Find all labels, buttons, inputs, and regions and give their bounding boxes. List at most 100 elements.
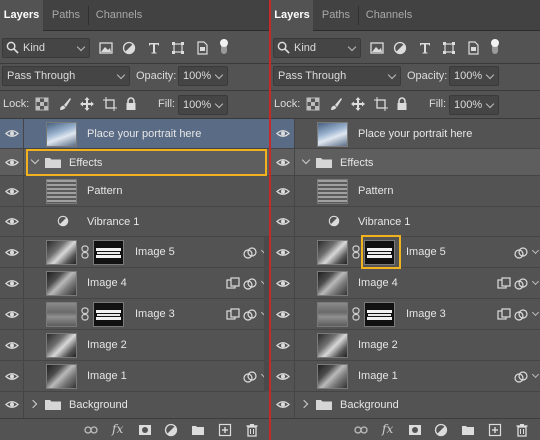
visibility-eye-icon[interactable] — [276, 248, 290, 257]
group-expand-arrow-icon[interactable] — [28, 399, 38, 409]
delete-layer-trash-icon[interactable] — [515, 423, 529, 437]
filter-toggle-icon[interactable] — [219, 38, 229, 54]
layer-mask-thumbnail[interactable] — [93, 240, 124, 265]
opacity-field[interactable]: 100% — [178, 66, 228, 86]
type-filter-icon[interactable] — [147, 41, 161, 55]
layer-row-image-4[interactable]: Image 4 — [0, 268, 269, 299]
filter-kind-select[interactable]: Kind — [273, 38, 361, 58]
effects-badge-icon[interactable] — [514, 246, 528, 260]
group-expand-arrow-icon[interactable] — [301, 155, 311, 165]
layer-row-image-5[interactable]: Image 5 — [271, 237, 540, 268]
lock-pixels-brush-icon[interactable] — [58, 97, 72, 111]
new-layer-icon[interactable] — [488, 423, 502, 437]
lock-transparent-icon[interactable] — [35, 97, 49, 111]
add-mask-icon[interactable] — [408, 423, 422, 437]
tab-paths[interactable]: Paths — [46, 0, 86, 31]
lock-all-icon[interactable] — [124, 97, 138, 111]
new-layer-icon[interactable] — [218, 423, 232, 437]
effects-badge-icon[interactable] — [514, 308, 528, 322]
layer-row-background[interactable]: Background — [0, 392, 269, 418]
layer-row-vibrance[interactable]: Vibrance 1 — [0, 207, 269, 237]
visibility-eye-icon[interactable] — [276, 341, 290, 350]
mask-link-icon[interactable] — [81, 307, 89, 321]
image-filter-icon[interactable] — [370, 41, 384, 55]
lock-artboard-icon[interactable] — [374, 97, 388, 111]
tab-layers[interactable]: Layers — [271, 0, 313, 32]
visibility-eye-icon[interactable] — [5, 248, 19, 257]
layer-row-image-2[interactable]: Image 2 — [271, 330, 540, 361]
layer-row-background[interactable]: Background — [271, 392, 540, 418]
lock-transparent-icon[interactable] — [306, 97, 320, 111]
mask-link-icon[interactable] — [81, 245, 89, 259]
filter-toggle-icon[interactable] — [490, 38, 500, 54]
visibility-eye-icon[interactable] — [276, 158, 290, 167]
visibility-eye-icon[interactable] — [276, 310, 290, 319]
filter-kind-select[interactable]: Kind — [2, 38, 90, 58]
type-filter-icon[interactable] — [418, 41, 432, 55]
new-adjustment-layer-icon[interactable] — [434, 423, 448, 437]
new-group-folder-icon[interactable] — [461, 423, 475, 437]
shape-filter-icon[interactable] — [171, 41, 185, 55]
group-expand-arrow-icon[interactable] — [299, 399, 309, 409]
add-layer-style-fx-icon[interactable]: fx — [382, 422, 393, 436]
visibility-eye-icon[interactable] — [5, 341, 19, 350]
visibility-eye-icon[interactable] — [276, 187, 290, 196]
effects-badge-icon[interactable] — [243, 246, 257, 260]
effects-badge-icon[interactable] — [243, 308, 257, 322]
layer-row-image-1[interactable]: Image 1 — [271, 361, 540, 392]
effects-badge-icon[interactable] — [514, 370, 528, 384]
lock-position-move-icon[interactable] — [80, 97, 94, 111]
visibility-eye-icon[interactable] — [5, 279, 19, 288]
new-adjustment-layer-icon[interactable] — [164, 423, 178, 437]
mask-link-icon[interactable] — [352, 245, 360, 259]
layer-mask-thumbnail[interactable] — [93, 302, 124, 327]
chevron-down-icon[interactable] — [531, 370, 540, 379]
layer-row-image-5[interactable]: Image 5 — [0, 237, 269, 268]
add-mask-icon[interactable] — [138, 423, 152, 437]
smart-object-filter-icon[interactable] — [466, 41, 480, 55]
layer-row-effects-group[interactable]: Effects — [271, 149, 540, 176]
add-layer-style-fx-icon[interactable]: fx — [112, 422, 123, 436]
smart-object-filter-icon[interactable] — [195, 41, 209, 55]
tab-layers[interactable]: Layers — [0, 0, 43, 32]
layer-row-image-4[interactable]: Image 4 — [271, 268, 540, 299]
visibility-eye-icon[interactable] — [5, 158, 19, 167]
mask-link-icon[interactable] — [352, 307, 360, 321]
link-layers-icon[interactable] — [84, 423, 98, 437]
layer-row-pattern[interactable]: Pattern — [271, 176, 540, 207]
adjustment-filter-icon[interactable] — [122, 41, 136, 55]
visibility-eye-icon[interactable] — [276, 129, 290, 138]
layer-row-portrait[interactable]: Place your portrait here — [271, 119, 540, 149]
tab-channels[interactable]: Channels — [90, 0, 148, 31]
layer-row-portrait[interactable]: Place your portrait here — [0, 119, 269, 149]
chevron-down-icon[interactable] — [531, 246, 540, 255]
blend-mode-select[interactable]: Pass Through — [2, 66, 130, 86]
layer-mask-thumbnail[interactable] — [364, 302, 395, 327]
layer-row-vibrance[interactable]: Vibrance 1 — [271, 207, 540, 237]
visibility-eye-icon[interactable] — [5, 217, 19, 226]
effects-badge-icon[interactable] — [514, 277, 528, 291]
layer-row-image-2[interactable]: Image 2 — [0, 330, 269, 361]
visibility-eye-icon[interactable] — [276, 279, 290, 288]
visibility-eye-icon[interactable] — [5, 187, 19, 196]
layer-row-image-3[interactable]: Image 3 — [0, 299, 269, 330]
new-group-folder-icon[interactable] — [191, 423, 205, 437]
fill-field[interactable]: 100% — [178, 95, 228, 115]
tab-paths[interactable]: Paths — [316, 0, 356, 31]
visibility-eye-icon[interactable] — [5, 310, 19, 319]
visibility-eye-icon[interactable] — [276, 400, 290, 409]
effects-badge-icon[interactable] — [243, 277, 257, 291]
layer-row-image-3[interactable]: Image 3 — [271, 299, 540, 330]
fill-field[interactable]: 100% — [449, 95, 499, 115]
chevron-down-icon[interactable] — [531, 277, 540, 286]
adjustment-filter-icon[interactable] — [393, 41, 407, 55]
layer-row-pattern[interactable]: Pattern — [0, 176, 269, 207]
visibility-eye-icon[interactable] — [276, 217, 290, 226]
link-layers-icon[interactable] — [354, 423, 368, 437]
lock-artboard-icon[interactable] — [103, 97, 117, 111]
image-filter-icon[interactable] — [99, 41, 113, 55]
shape-filter-icon[interactable] — [442, 41, 456, 55]
visibility-eye-icon[interactable] — [276, 372, 290, 381]
blend-mode-select[interactable]: Pass Through — [273, 66, 401, 86]
visibility-eye-icon[interactable] — [5, 400, 19, 409]
